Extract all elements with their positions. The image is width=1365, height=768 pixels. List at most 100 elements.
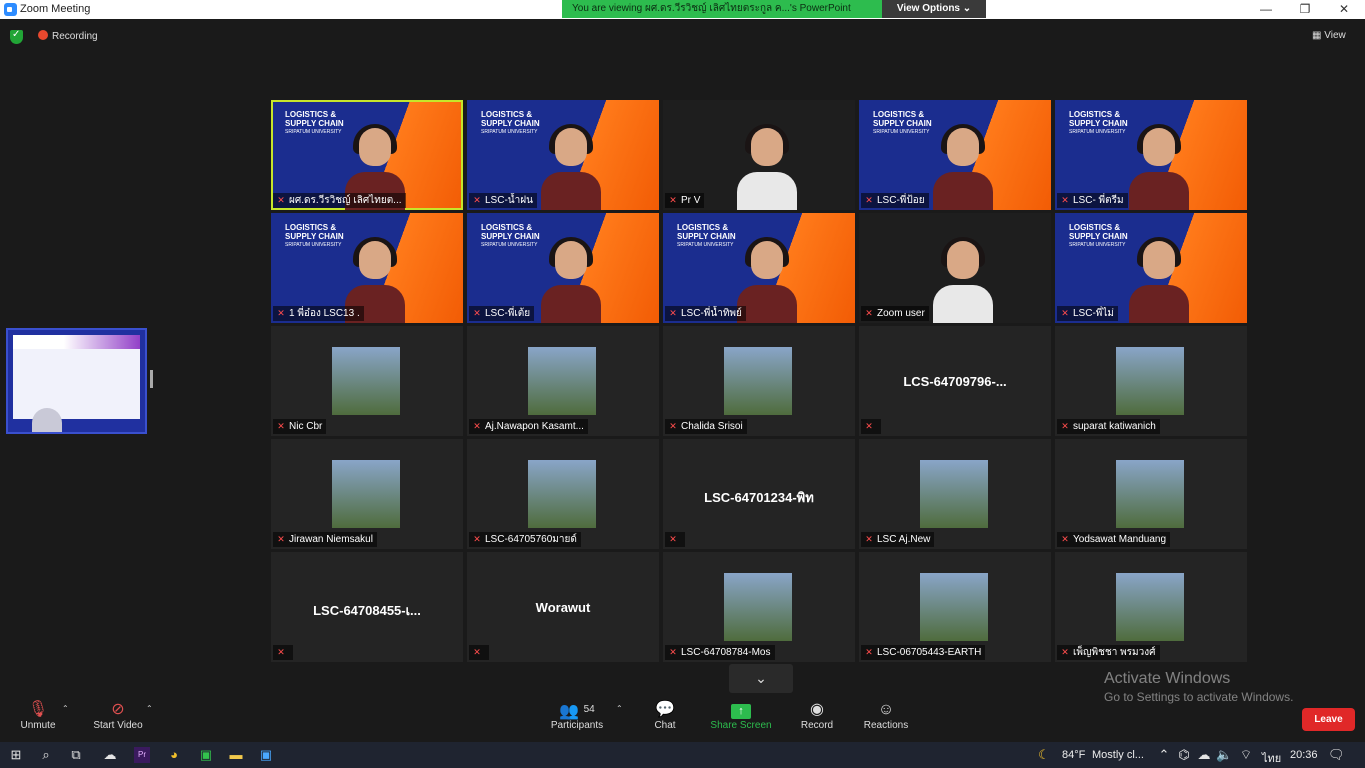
participant-tile[interactable]: ✕ Aj.Nawapon Kasamt... <box>467 326 659 436</box>
volume-icon[interactable]: 🔈 <box>1216 747 1232 763</box>
participant-tile[interactable]: Worawut ✕ <box>467 552 659 662</box>
participant-video <box>1125 237 1191 323</box>
more-videos-chevron-icon[interactable]: ⌄ <box>729 664 793 693</box>
profile-picture <box>332 347 400 415</box>
security-shield-icon[interactable] <box>10 29 23 44</box>
mic-muted-icon: ✕ <box>277 195 285 205</box>
mic-muted-icon: ✕ <box>473 308 481 318</box>
restore-button[interactable]: ❐ <box>1285 0 1325 19</box>
recording-indicator[interactable]: Recording <box>38 30 98 42</box>
participant-name-label: ✕ <box>665 532 685 547</box>
wifi-icon[interactable]: ⌔ <box>1238 747 1254 763</box>
start-video-button[interactable]: ⊘ Start Video <box>88 700 148 731</box>
participant-tile[interactable]: ✕ LSC Aj.New <box>859 439 1051 549</box>
weather-description: Mostly cl... <box>1092 749 1144 761</box>
record-button[interactable]: ◉ Record <box>796 700 838 731</box>
participant-tile[interactable]: LOGISTICS & SUPPLY CHAIN SRIPATUM UNIVERSI… <box>1055 100 1247 210</box>
participant-tile[interactable]: ✕ LSC-06705443-EARTH <box>859 552 1051 662</box>
close-button[interactable]: ✕ <box>1324 0 1364 19</box>
mic-muted-icon: ✕ <box>865 421 873 431</box>
participant-tile[interactable]: LOGISTICS & SUPPLY CHAIN SRIPATUM UNIVERSI… <box>663 213 855 323</box>
reactions-button[interactable]: ☺ Reactions <box>858 700 914 731</box>
participant-tile[interactable]: ✕ Zoom user <box>859 213 1051 323</box>
participant-name-label: ✕ LSC Aj.New <box>861 532 935 547</box>
participant-name-label: ✕ <box>273 645 293 660</box>
participant-name-label: ✕ suparat katiwanich <box>1057 419 1160 434</box>
zoom-taskbar-icon[interactable]: ▣ <box>258 747 274 763</box>
brand-line-2: SUPPLY CHAIN <box>1069 119 1128 128</box>
file-explorer-icon[interactable]: ▬ <box>228 747 244 763</box>
brand-background-text: LOGISTICS & SUPPLY CHAIN SRIPATUM UNIVERSI… <box>481 110 540 137</box>
task-view-icon[interactable]: ⧉ <box>68 747 84 763</box>
video-off-icon: ⊘ <box>111 701 125 718</box>
mic-muted-icon: ✕ <box>1061 647 1069 657</box>
mic-muted-icon: ✕ <box>1061 308 1069 318</box>
participant-tile[interactable]: ✕ Yodsawat Manduang <box>1055 439 1247 549</box>
participant-video <box>733 124 799 210</box>
brand-line-2: SUPPLY CHAIN <box>873 119 932 128</box>
notifications-icon[interactable]: 🗨 <box>1328 747 1345 763</box>
participant-tile[interactable]: ✕ Jirawan Niemsakul <box>271 439 463 549</box>
participant-name: LSC-64708784-Mos <box>681 647 771 658</box>
network-icon[interactable]: ⌬ <box>1176 747 1192 763</box>
unmute-button[interactable]: 🎙 Unmute <box>18 700 58 731</box>
view-options-button[interactable]: View Options ⌄ <box>882 0 986 18</box>
resize-handle[interactable] <box>150 370 153 388</box>
mic-muted-icon: ✕ <box>865 534 873 544</box>
input-language[interactable]: ไทย <box>1262 749 1281 767</box>
brand-line-1: LOGISTICS & <box>873 110 925 119</box>
participant-tile[interactable]: ✕ Chalida Srisoi <box>663 326 855 436</box>
participant-tile[interactable]: ✕ Nic Cbr <box>271 326 463 436</box>
participant-name: ผศ.ดร.วีรวิชญ์ เลิศไทยต... <box>289 195 402 206</box>
participant-tile[interactable]: ✕ เพ็ญพิชชา พรมวงศ์ <box>1055 552 1247 662</box>
brand-line-1: LOGISTICS & <box>1069 223 1121 232</box>
app-cloud-icon[interactable]: ☁ <box>102 747 118 763</box>
mic-muted-icon: ✕ <box>473 195 481 205</box>
mic-muted-icon: ✕ <box>669 534 677 544</box>
onedrive-icon[interactable]: ☁ <box>1196 747 1212 763</box>
participant-tile[interactable]: ✕ LSC-64708784-Mos <box>663 552 855 662</box>
brand-line-3: SRIPATUM UNIVERSITY <box>1069 129 1126 135</box>
participant-name-label: ✕ LSC-พี่ไม่ <box>1057 306 1118 321</box>
participant-name: suparat katiwanich <box>1073 421 1156 432</box>
premiere-icon[interactable]: Pr <box>134 747 150 763</box>
search-icon[interactable]: ⌕ <box>38 747 54 763</box>
share-screen-button[interactable]: ↑ Share Screen <box>706 700 776 731</box>
participant-name: Chalida Srisoi <box>681 421 743 432</box>
mic-muted-icon: ✕ <box>277 647 285 657</box>
clock-time[interactable]: 20:36 <box>1290 749 1318 761</box>
line-app-icon[interactable]: ▣ <box>198 747 214 763</box>
shared-screen-thumbnail[interactable] <box>6 328 147 434</box>
participant-name: Yodsawat Manduang <box>1073 534 1167 545</box>
participant-tile[interactable]: ✕ LSC-64705760มายด์ <box>467 439 659 549</box>
participant-tile[interactable]: LOGISTICS & SUPPLY CHAIN SRIPATUM UNIVERSI… <box>271 100 463 210</box>
participant-tile[interactable]: LOGISTICS & SUPPLY CHAIN SRIPATUM UNIVERSI… <box>1055 213 1247 323</box>
participant-tile[interactable]: LOGISTICS & SUPPLY CHAIN SRIPATUM UNIVERSI… <box>467 213 659 323</box>
participant-tile[interactable]: LCS-64709796-... ✕ <box>859 326 1051 436</box>
minimize-button[interactable]: — <box>1246 0 1286 19</box>
brand-line-1: LOGISTICS & <box>285 110 337 119</box>
profile-picture <box>332 460 400 528</box>
participant-tile[interactable]: ✕ suparat katiwanich <box>1055 326 1247 436</box>
tray-chevron-up-icon[interactable]: ⌃ <box>1156 747 1172 763</box>
view-button[interactable]: ▦ View <box>1312 30 1346 41</box>
recording-label: Recording <box>52 31 98 42</box>
participant-tile[interactable]: LOGISTICS & SUPPLY CHAIN SRIPATUM UNIVERSI… <box>467 100 659 210</box>
participant-name-label: ✕ <box>861 419 881 434</box>
participant-tile[interactable]: ✕ Pr V <box>663 100 855 210</box>
profile-picture <box>724 347 792 415</box>
caret-up-icon: ⌃ <box>62 704 69 713</box>
participants-button[interactable]: 👥 54 Participants <box>546 700 608 731</box>
windows-start-icon[interactable]: ⊞ <box>8 747 24 763</box>
participant-tile[interactable]: LSC-64708455-เ... ✕ <box>271 552 463 662</box>
participant-video <box>537 237 603 323</box>
brand-background-text: LOGISTICS & SUPPLY CHAIN SRIPATUM UNIVERSI… <box>285 223 344 250</box>
participant-name-label: ✕ Yodsawat Manduang <box>1057 532 1171 547</box>
participant-tile[interactable]: LOGISTICS & SUPPLY CHAIN SRIPATUM UNIVERSI… <box>271 213 463 323</box>
participant-tile[interactable]: LSC-64701234-พิท ✕ <box>663 439 855 549</box>
chrome-icon[interactable]: ◕ <box>166 747 182 763</box>
leave-button[interactable]: Leave <box>1302 708 1355 731</box>
participant-name: LSC- พี่ตรีม <box>1073 195 1124 206</box>
chat-button[interactable]: 💬 Chat <box>645 700 685 731</box>
participant-tile[interactable]: LOGISTICS & SUPPLY CHAIN SRIPATUM UNIVERSI… <box>859 100 1051 210</box>
